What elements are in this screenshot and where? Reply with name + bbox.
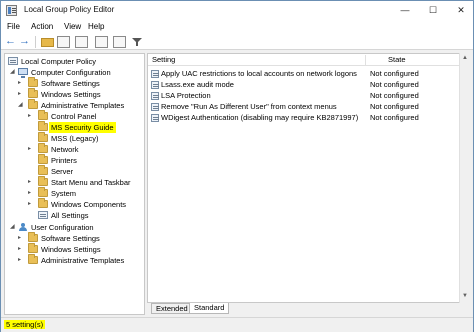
collapse-caret-icon[interactable]: ▸ <box>28 177 35 188</box>
folder-icon <box>28 88 38 98</box>
setting-name: LSA Protection <box>161 91 211 100</box>
table-row[interactable]: LSA Protection Not configured <box>148 91 460 101</box>
scroll-down-icon[interactable]: ▼ <box>462 293 468 299</box>
menu-help[interactable]: Help <box>88 22 104 31</box>
policy-icon <box>8 57 18 65</box>
forward-arrow-icon[interactable]: → <box>19 36 32 48</box>
back-arrow-icon[interactable]: ← <box>5 36 18 48</box>
collapse-caret-icon[interactable]: ▸ <box>28 199 35 210</box>
folder-icon <box>38 176 48 186</box>
window-title: Local Group Policy Editor <box>24 5 115 14</box>
folder-icon <box>38 187 48 197</box>
tab-standard[interactable]: Standard <box>189 303 230 314</box>
table-row[interactable]: Lsass.exe audit mode Not configured <box>148 80 460 90</box>
folder-icon <box>28 254 38 264</box>
vertical-scrollbar[interactable]: ▲ ▼ <box>459 53 470 303</box>
properties-icon[interactable] <box>113 36 126 48</box>
folder-icon <box>38 154 48 164</box>
setting-name: Lsass.exe audit mode <box>161 80 234 89</box>
settings-list[interactable]: Setting State Apply UAC restrictions to … <box>147 53 470 303</box>
computer-icon <box>18 68 28 78</box>
help-icon[interactable] <box>95 36 108 48</box>
setting-name: Remove "Run As Different User" from cont… <box>161 102 337 111</box>
collapse-caret-icon[interactable]: ▸ <box>18 244 25 255</box>
column-header-setting[interactable]: Setting <box>152 55 175 64</box>
policy-setting-icon <box>151 70 159 78</box>
collapse-caret-icon[interactable]: ▸ <box>18 233 25 244</box>
expand-caret-icon[interactable]: ◢ <box>18 100 25 111</box>
collapse-caret-icon[interactable]: ▸ <box>18 89 25 100</box>
folder-icon <box>28 243 38 253</box>
maximize-button[interactable]: ☐ <box>419 1 447 19</box>
toolbar-separator <box>35 36 36 48</box>
folder-icon <box>38 132 48 142</box>
folder-icon <box>38 110 48 120</box>
toolbar: ← → <box>1 34 473 50</box>
export-list-icon[interactable] <box>75 36 88 48</box>
console-tree[interactable]: Local Computer Policy ◢ Computer Configu… <box>4 53 145 315</box>
folder-icon <box>38 198 48 208</box>
collapse-caret-icon[interactable]: ▸ <box>28 144 35 155</box>
up-folder-icon[interactable] <box>41 38 54 47</box>
table-row[interactable]: WDigest Authentication (disabling may re… <box>148 113 460 123</box>
policy-setting-icon <box>151 92 159 100</box>
table-row[interactable]: Apply UAC restrictions to local accounts… <box>148 69 460 79</box>
setting-state: Not configured <box>370 69 419 78</box>
minimize-button[interactable]: — <box>391 1 419 19</box>
expand-caret-icon[interactable]: ◢ <box>10 222 17 233</box>
collapse-caret-icon[interactable]: ▸ <box>18 255 25 266</box>
collapse-caret-icon[interactable]: ▸ <box>28 111 35 122</box>
group-policy-editor-window: Local Group Policy Editor — ☐ ✕ File Act… <box>0 0 474 332</box>
folder-icon <box>28 77 38 87</box>
collapse-caret-icon[interactable]: ▸ <box>28 188 35 199</box>
column-divider[interactable] <box>365 55 366 65</box>
folder-icon <box>28 232 38 242</box>
scroll-up-icon[interactable]: ▲ <box>462 55 468 61</box>
setting-state: Not configured <box>370 91 419 100</box>
policy-icon <box>38 211 48 219</box>
status-text: 5 setting(s) <box>4 320 46 329</box>
table-row[interactable]: Remove "Run As Different User" from cont… <box>148 102 460 112</box>
expand-caret-icon[interactable]: ◢ <box>10 67 17 78</box>
setting-name: WDigest Authentication (disabling may re… <box>161 113 359 122</box>
folder-icon <box>28 99 38 109</box>
setting-state: Not configured <box>370 102 419 111</box>
show-hide-tree-icon[interactable] <box>57 36 70 48</box>
policy-setting-icon <box>151 103 159 111</box>
group-policy-app-icon <box>6 5 17 16</box>
close-button[interactable]: ✕ <box>447 1 474 19</box>
policy-setting-icon <box>151 81 159 89</box>
folder-icon <box>38 165 48 175</box>
setting-state: Not configured <box>370 80 419 89</box>
menu-bar: File Action View Help <box>1 20 473 34</box>
table-header: Setting State <box>148 54 460 66</box>
folder-icon <box>38 121 48 131</box>
status-bar: 5 setting(s) <box>1 317 473 332</box>
user-icon <box>19 223 27 231</box>
filter-icon[interactable] <box>131 36 144 48</box>
view-tabs: Extended Standard <box>147 303 470 315</box>
column-header-state[interactable]: State <box>388 55 406 64</box>
menu-file[interactable]: File <box>7 22 20 31</box>
folder-icon <box>38 143 48 153</box>
tab-extended[interactable]: Extended <box>151 303 193 314</box>
collapse-caret-icon[interactable]: ▸ <box>18 78 25 89</box>
setting-name: Apply UAC restrictions to local accounts… <box>161 69 357 78</box>
policy-setting-icon <box>151 114 159 122</box>
title-bar[interactable]: Local Group Policy Editor — ☐ ✕ <box>1 1 473 20</box>
menu-view[interactable]: View <box>64 22 81 31</box>
menu-action[interactable]: Action <box>31 22 53 31</box>
setting-state: Not configured <box>370 113 419 122</box>
